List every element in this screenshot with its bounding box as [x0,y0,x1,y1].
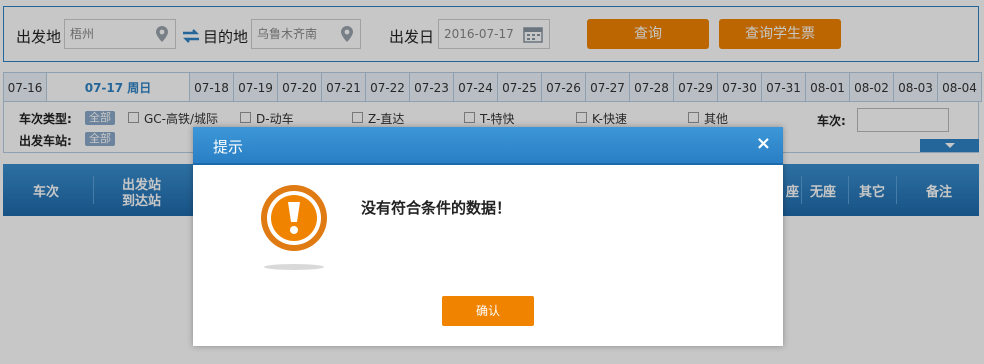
warning-icon [261,185,327,270]
alert-dialog: 提示 × 没有符合条件的数据！ 确认 [193,127,783,346]
dialog-title: 提示 [213,138,244,156]
close-icon[interactable]: × [756,133,771,154]
confirm-button[interactable]: 确认 [442,296,534,326]
dialog-message: 没有符合条件的数据！ [361,199,512,217]
dialog-titlebar: 提示 × [193,127,783,165]
